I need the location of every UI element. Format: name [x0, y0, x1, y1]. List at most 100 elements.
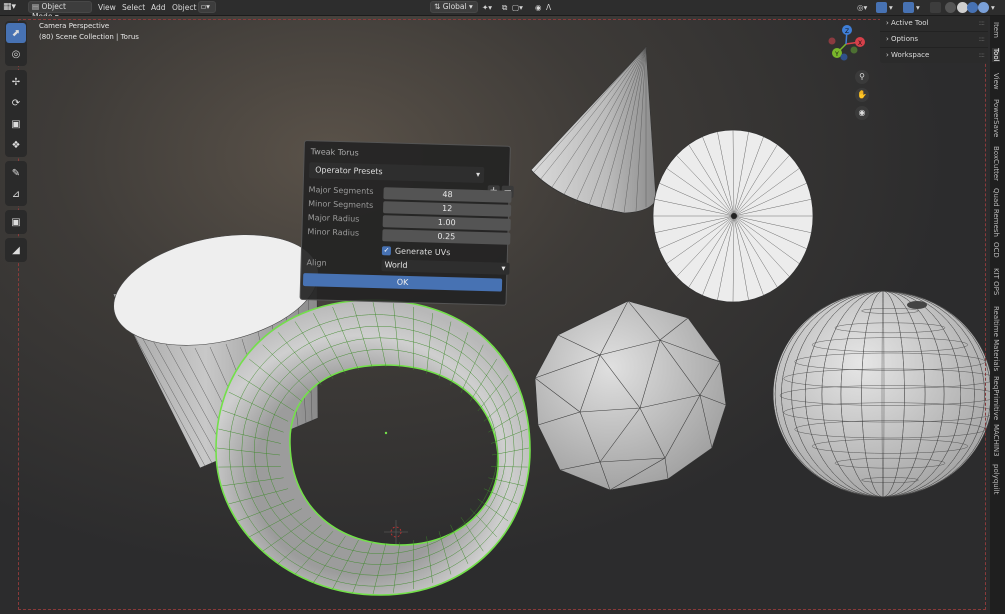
gizmo-z-label: Z: [845, 28, 849, 35]
menu-add[interactable]: Add: [151, 2, 166, 13]
3d-viewport[interactable]: Camera Perspective (80) Scene Collection…: [0, 16, 990, 614]
measure-tool[interactable]: ⊿: [6, 184, 26, 204]
torus-object[interactable]: [215, 299, 531, 596]
select-box-tool[interactable]: ⬈: [6, 23, 26, 43]
tool-group-transform: ✢ ⟳ ▣ ❖: [5, 70, 27, 157]
pivot-point-icon[interactable]: ✦▾: [482, 2, 492, 13]
sidebar-tabs: Item Tool View PowerSave BoxCutter Quad …: [990, 16, 1005, 614]
drag-handle-icon[interactable]: ::::: [979, 48, 986, 63]
scale-tool[interactable]: ▣: [6, 114, 26, 134]
move-tool[interactable]: ✢: [6, 72, 26, 92]
menu-select[interactable]: Select: [122, 2, 145, 13]
object-options-dropdown[interactable]: ▫▾: [198, 1, 216, 13]
gizmo-neg-z[interactable]: [840, 53, 848, 61]
minor-segments-field[interactable]: 12: [382, 201, 512, 217]
menu-object[interactable]: Object: [172, 2, 196, 13]
annotate-tool[interactable]: ✎: [6, 163, 26, 183]
major-segments-label: Major Segments: [308, 185, 374, 196]
menu-view[interactable]: View: [98, 2, 116, 13]
shading-rendered-icon[interactable]: [978, 2, 989, 13]
proportional-edit-icon[interactable]: ◉: [535, 2, 542, 13]
disc-object[interactable]: [652, 129, 814, 303]
tab-realtime-materials[interactable]: Realtime Materials: [992, 306, 1000, 371]
tool-group-add: ▣: [5, 210, 27, 234]
cursor-tool[interactable]: ◎: [6, 44, 26, 64]
snap-target-icon[interactable]: ▢▾: [512, 2, 523, 13]
gizmo-neg-y[interactable]: [850, 46, 858, 54]
panel-icon: ◢: [12, 244, 20, 256]
icosphere-object[interactable]: [534, 300, 727, 491]
panel-workspace[interactable]: › Workspace ::::: [880, 48, 988, 63]
tool-group-extra: ◢: [5, 238, 27, 262]
gizmo-neg-x[interactable]: [828, 37, 836, 45]
cursor-arrow-icon: ⬈: [11, 27, 21, 39]
ok-button[interactable]: OK: [302, 273, 503, 292]
gizmo-toggle-icon[interactable]: [876, 2, 887, 13]
drag-handle-icon[interactable]: ::::: [979, 16, 986, 31]
tab-reqprimitive[interactable]: ReqPrimitive: [992, 376, 1000, 420]
major-radius-field[interactable]: 1.00: [382, 215, 511, 231]
panel-active-tool-label: Active Tool: [891, 19, 929, 27]
editor-type-icon[interactable]: ▦▾: [3, 2, 16, 13]
transform-orientation-dropdown[interactable]: ⇅ Global ▾: [430, 1, 478, 13]
panel-active-tool[interactable]: › Active Tool ::::: [880, 16, 988, 32]
mode-dropdown[interactable]: ▤ Object Mode ▾: [28, 1, 92, 21]
ruler-icon: ⊿: [11, 188, 21, 200]
3d-cursor: [384, 520, 408, 544]
shading-options-icon[interactable]: ▾: [991, 2, 995, 13]
shading-wireframe-icon[interactable]: [945, 2, 956, 13]
major-segments-field[interactable]: 48: [383, 187, 512, 203]
shading-material-icon[interactable]: [967, 2, 978, 13]
tab-item[interactable]: Item: [992, 22, 1000, 38]
snap-icon[interactable]: ⧉: [502, 2, 507, 13]
redo-panel[interactable]: Tweak Torus Operator Presets ▾ + − Major…: [299, 140, 514, 306]
gizmo-x-label: X: [858, 40, 862, 47]
navigation-gizmo[interactable]: X Y Z: [820, 20, 872, 66]
cube-add-icon: ▣: [11, 216, 21, 228]
tab-view[interactable]: View: [992, 73, 1000, 90]
transform-icon: ❖: [11, 139, 21, 151]
tab-tool[interactable]: Tool: [992, 48, 1000, 62]
scene-canvas[interactable]: [0, 16, 990, 614]
rotate-tool[interactable]: ⟳: [6, 93, 26, 113]
drag-handle-icon[interactable]: ::::: [979, 32, 986, 47]
overlay-toggle-icon[interactable]: [903, 2, 914, 13]
mode-icon: ▤: [32, 2, 40, 11]
add-cube-tool[interactable]: ▣: [6, 212, 26, 232]
tool-group-annotate: ✎ ⊿: [5, 161, 27, 206]
crosshair-icon: ◎: [11, 48, 21, 60]
tab-kit-ops[interactable]: KIT OPS: [992, 268, 1000, 295]
camera-view-button[interactable]: ◉: [855, 106, 869, 120]
chevron-down-icon: ▾: [501, 263, 506, 273]
pan-button[interactable]: ✋: [855, 88, 869, 102]
chevron-down-icon: ▾: [469, 2, 473, 11]
tab-quad-remesh[interactable]: Quad Remesh: [992, 188, 1000, 237]
align-dropdown[interactable]: World ▾: [381, 259, 510, 275]
operator-presets-dropdown[interactable]: Operator Presets ▾: [308, 162, 485, 184]
generate-uvs-label[interactable]: Generate UVs: [395, 247, 451, 258]
gizmo-y-label: Y: [834, 51, 839, 58]
uv-sphere-object[interactable]: [772, 290, 990, 498]
gizmo-options-icon[interactable]: ▾: [889, 2, 893, 13]
minor-radius-field[interactable]: 0.25: [382, 229, 511, 245]
chevron-right-icon: ›: [886, 19, 889, 27]
orientation-label: Global: [442, 2, 467, 11]
overlay-options-icon[interactable]: ▾: [916, 2, 920, 13]
xray-icon[interactable]: [930, 2, 941, 13]
tab-machin3[interactable]: MACHIN3: [992, 424, 1000, 457]
transform-tool[interactable]: ❖: [6, 135, 26, 155]
tab-ocd[interactable]: OCD: [992, 242, 1000, 258]
panel-options[interactable]: › Options ::::: [880, 32, 988, 48]
redo-panel-title[interactable]: Tweak Torus: [311, 147, 359, 157]
generate-uvs-checkbox[interactable]: ✓: [381, 246, 392, 256]
cone-object[interactable]: [530, 46, 657, 214]
tab-powersave[interactable]: PowerSave: [992, 99, 1000, 137]
zoom-button[interactable]: ⚲: [855, 70, 869, 84]
tab-polyquilt[interactable]: polyquilt: [992, 464, 1000, 494]
visibility-icon[interactable]: ◎▾: [857, 2, 867, 13]
chevron-right-icon: ›: [886, 35, 889, 43]
extra-tool[interactable]: ◢: [6, 240, 26, 260]
scale-icon: ▣: [11, 118, 21, 130]
falloff-icon[interactable]: Λ: [546, 2, 551, 13]
tab-boxcutter[interactable]: BoxCutter: [992, 146, 1000, 181]
